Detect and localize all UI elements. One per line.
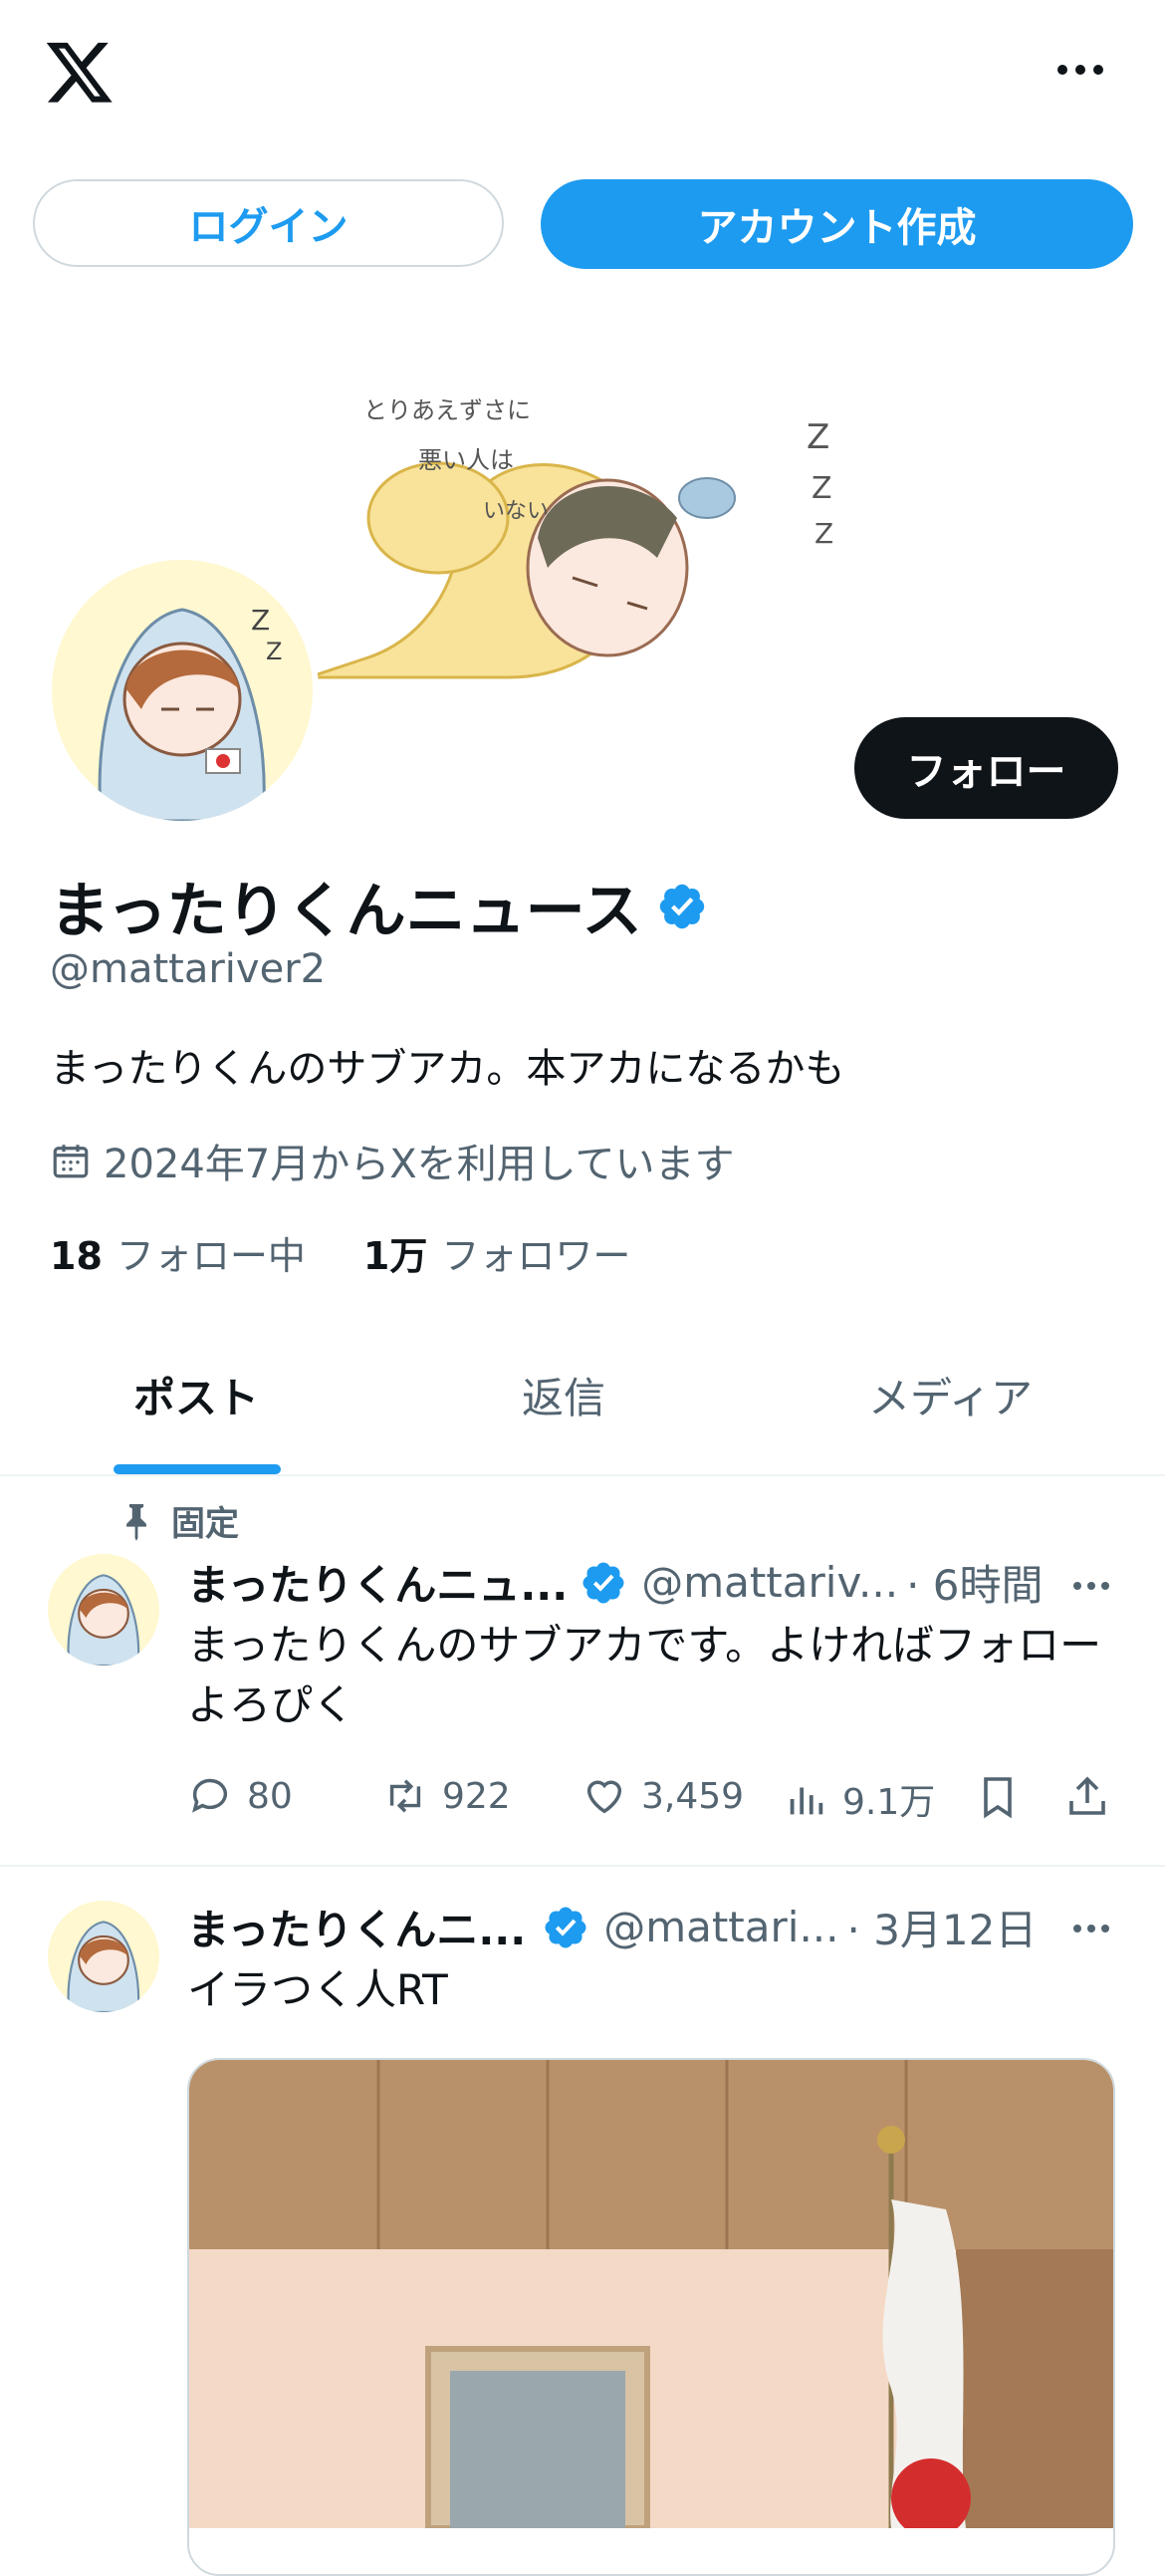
profile-stats: 18 フォロー中 1万 フォロワー bbox=[50, 1225, 630, 1280]
post-more-icon[interactable] bbox=[1069, 1564, 1113, 1608]
repost-icon bbox=[389, 1779, 421, 1813]
post-author-handle[interactable]: @mattari... bbox=[603, 1903, 838, 1951]
post-more-icon[interactable] bbox=[1069, 1907, 1113, 1950]
following-count: 18 bbox=[50, 1234, 103, 1278]
svg-text:Z: Z bbox=[251, 604, 270, 637]
svg-text:Z: Z bbox=[815, 517, 833, 550]
post-author-handle[interactable]: @mattariv... bbox=[641, 1558, 898, 1607]
banner-text-line: とりあえずさに bbox=[363, 396, 531, 424]
tab-posts[interactable]: ポスト bbox=[133, 1365, 259, 1425]
post-header: まったりくんニ... @mattari... · 3月12日 bbox=[187, 1897, 1037, 1957]
post-time[interactable]: · 3月12日 bbox=[847, 1897, 1038, 1957]
joined-text: 2024年7月からXを利用しています bbox=[104, 1142, 735, 1187]
post-text-line: まったりくんのサブアカです。よければフォロー bbox=[187, 1621, 1102, 1670]
followers-count: 1万 bbox=[362, 1234, 428, 1278]
bookmark-icon[interactable] bbox=[974, 1773, 1022, 1821]
reply-icon bbox=[192, 1778, 228, 1813]
post-text: まったりくんのサブアカです。よければフォロー よろぴく bbox=[187, 1616, 1123, 1735]
profile-banner[interactable]: Z Z Z とりあえずさに 悪い人は いない bbox=[308, 359, 846, 682]
post-photo[interactable] bbox=[187, 2058, 1115, 2576]
banner-text-line: 悪い人は bbox=[418, 446, 514, 474]
more-icon[interactable] bbox=[1050, 50, 1110, 90]
x-logo-icon[interactable] bbox=[44, 36, 116, 108]
profile-name-text: まったりくんニュース bbox=[50, 877, 642, 946]
post-text-line: イラつく人RT bbox=[187, 1965, 448, 2014]
divider bbox=[0, 1474, 1165, 1476]
profile-name: まったりくんニュース bbox=[50, 863, 708, 949]
followers-label: フォロワー bbox=[441, 1234, 631, 1278]
verified-badge-icon[interactable] bbox=[656, 881, 708, 932]
following-link[interactable]: 18 フォロー中 bbox=[50, 1225, 306, 1280]
reply-count: 80 bbox=[247, 1775, 293, 1817]
views-button[interactable]: 9.1万 bbox=[783, 1773, 935, 1825]
followers-link[interactable]: 1万 フォロワー bbox=[363, 1225, 630, 1280]
svg-text:Z: Z bbox=[266, 638, 282, 665]
create-account-button[interactable]: アカウント作成 bbox=[541, 179, 1133, 269]
svg-text:Z: Z bbox=[812, 471, 832, 506]
post-author-name[interactable]: まったりくんニ... bbox=[187, 1897, 526, 1957]
banner-text-line: いない bbox=[483, 499, 549, 524]
post-avatar[interactable] bbox=[48, 1554, 159, 1666]
post-author-name[interactable]: まったりくんニュ... bbox=[187, 1552, 568, 1613]
post-actions: 80 922 3,459 9.1万 bbox=[187, 1773, 1123, 1833]
divider bbox=[0, 1865, 1165, 1867]
post-avatar[interactable] bbox=[48, 1901, 159, 2012]
tab-replies[interactable]: 返信 bbox=[522, 1365, 605, 1425]
pin-icon bbox=[126, 1503, 146, 1541]
follow-button[interactable]: フォロー bbox=[854, 717, 1118, 819]
share-icon[interactable] bbox=[1063, 1773, 1111, 1821]
like-count: 3,459 bbox=[641, 1775, 745, 1817]
profile-handle: @mattariver2 bbox=[50, 946, 327, 992]
verified-badge-icon bbox=[582, 1562, 624, 1603]
repost-button[interactable]: 922 bbox=[382, 1773, 511, 1819]
pinned-label: 固定 bbox=[119, 1496, 239, 1545]
like-button[interactable]: 3,459 bbox=[582, 1773, 744, 1819]
post-time[interactable]: · 6時間 bbox=[906, 1552, 1043, 1613]
reply-button[interactable]: 80 bbox=[187, 1773, 293, 1819]
heart-icon bbox=[586, 1780, 622, 1814]
calendar-icon bbox=[53, 1145, 89, 1178]
post-text-line: よろぴく bbox=[187, 1680, 355, 1729]
views-icon bbox=[790, 1787, 823, 1815]
joined-date: 2024年7月からXを利用しています bbox=[50, 1132, 734, 1189]
following-label: フォロー中 bbox=[116, 1234, 306, 1278]
tab-media[interactable]: メディア bbox=[868, 1365, 1033, 1425]
profile-avatar[interactable]: Z Z bbox=[52, 560, 313, 821]
post-header: まったりくんニュ... @mattariv... · 6時間 bbox=[187, 1552, 1044, 1613]
pinned-text: 固定 bbox=[171, 1504, 239, 1544]
svg-text:Z: Z bbox=[807, 417, 829, 457]
views-count: 9.1万 bbox=[842, 1782, 936, 1823]
repost-count: 922 bbox=[442, 1775, 511, 1817]
verified-badge-icon bbox=[545, 1907, 586, 1947]
login-button[interactable]: ログイン bbox=[33, 179, 504, 267]
active-tab-indicator bbox=[114, 1464, 281, 1474]
post-text: イラつく人RT bbox=[187, 1960, 1123, 2020]
profile-bio: まったりくんのサブアカ。本アカになるかも bbox=[50, 1046, 845, 1092]
profile-tabs: ポスト 返信 メディア bbox=[0, 1335, 1165, 1474]
